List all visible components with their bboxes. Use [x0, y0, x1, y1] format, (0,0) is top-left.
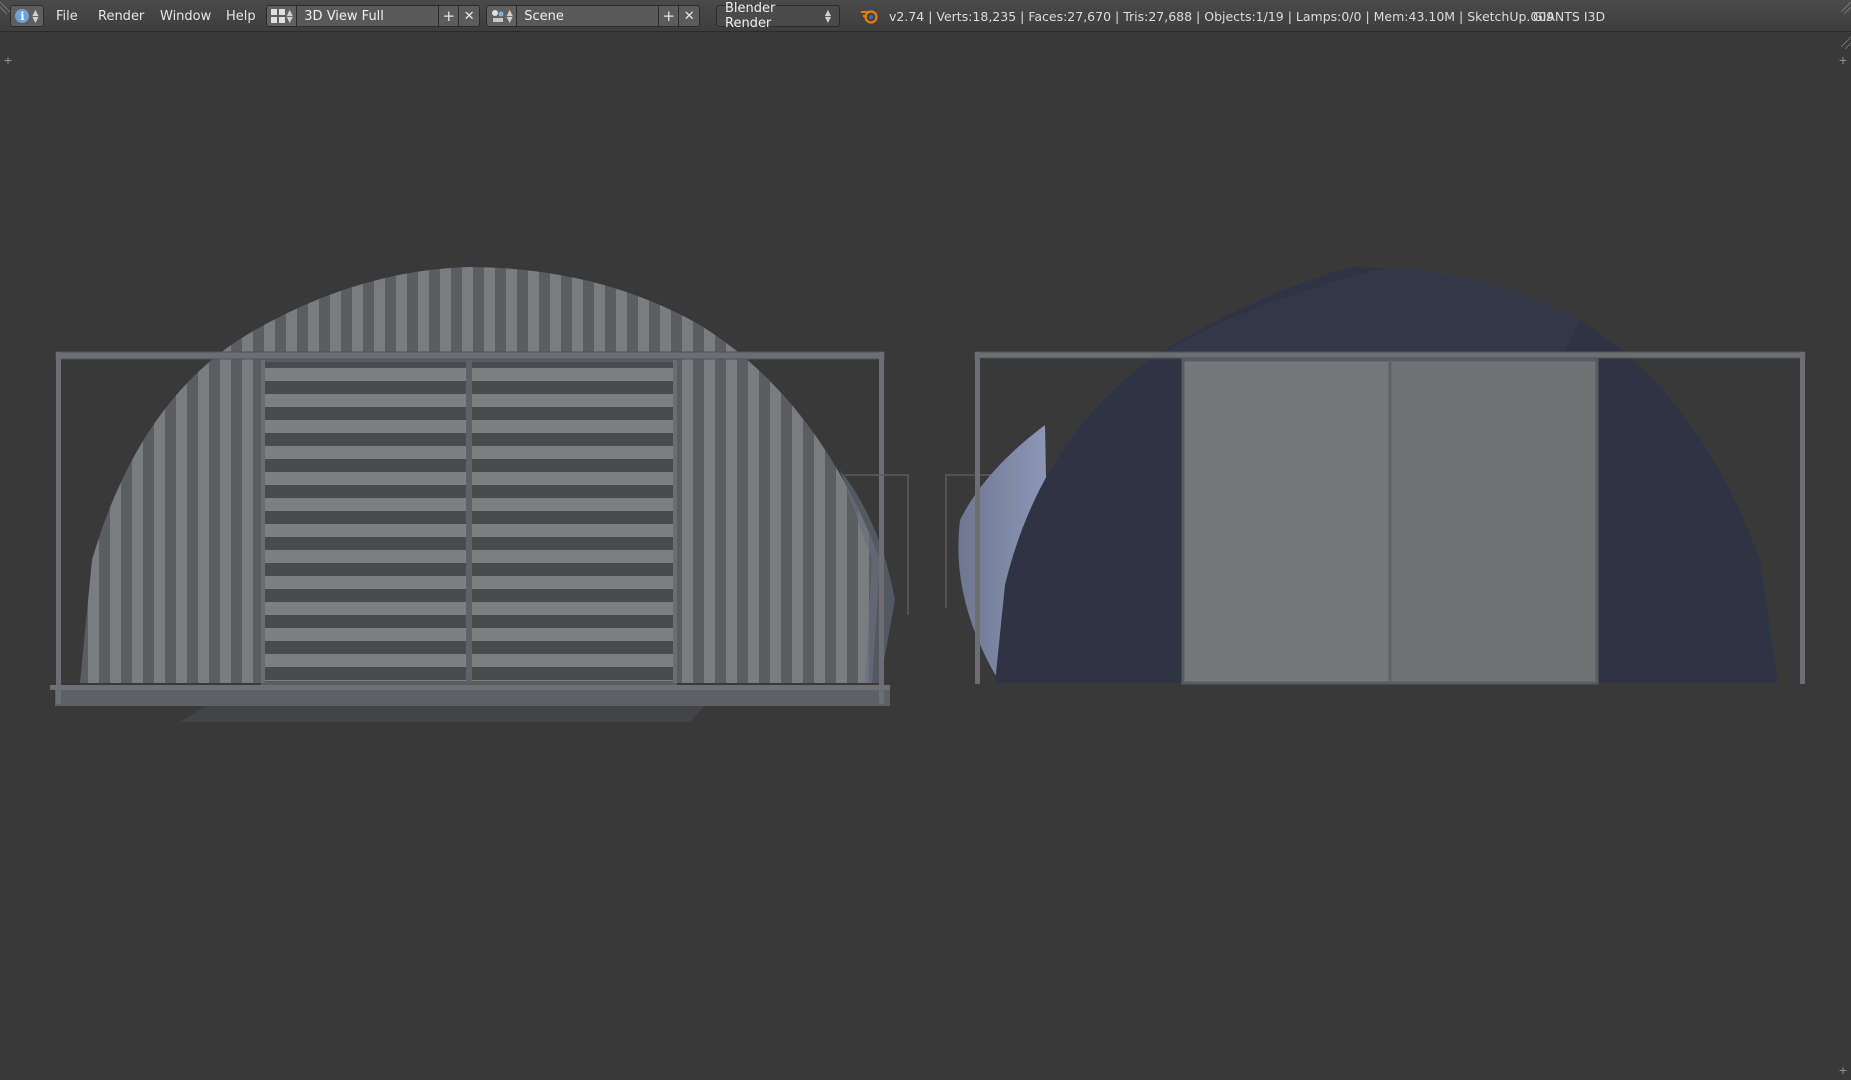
updown-arrows-icon: ▲ ▼	[824, 8, 831, 24]
updown-arrows-icon: ▲ ▼	[32, 8, 39, 24]
menu-help[interactable]: Help	[226, 5, 256, 27]
area-split-handle[interactable]	[0, 0, 12, 32]
blender-logo-icon	[860, 5, 878, 27]
scene-name[interactable]: Scene	[517, 6, 658, 26]
hangar-right-dark[interactable]	[945, 267, 1806, 685]
add-icon[interactable]: +	[657, 6, 679, 26]
scene-statistics: v2.74 | Verts:18,235 | Faces:27,670 | Tr…	[889, 8, 1555, 24]
menu-render[interactable]: Render	[98, 5, 144, 27]
addon-label: GIANTS I3D	[1533, 8, 1606, 24]
scene-icon[interactable]: ▲ ▼	[487, 6, 518, 26]
render-engine-selector[interactable]: Blender Render ▲ ▼	[716, 1, 840, 31]
scene-selector[interactable]: ▲ ▼ Scene + ✕	[486, 5, 700, 27]
screen-layout-name[interactable]: 3D View Full	[297, 6, 438, 26]
editor-type-selector[interactable]: i ▲ ▼	[10, 5, 44, 27]
3d-viewport[interactable]: + + +	[0, 33, 1851, 1080]
hangar-left-corrugated[interactable]	[50, 267, 909, 722]
render-engine-label: Blender Render	[725, 1, 776, 31]
area-split-handle[interactable]	[1837, 0, 1851, 32]
screen-layout-selector[interactable]: ▲ ▼ 3D View Full + ✕	[266, 5, 480, 27]
screen-layout-icon[interactable]: ▲ ▼	[267, 6, 298, 26]
menu-window[interactable]: Window	[160, 5, 211, 27]
close-icon[interactable]: ✕	[458, 6, 479, 26]
menu-file[interactable]: File	[56, 5, 78, 27]
info-header: i ▲ ▼ File Render Window Help ▲ ▼ 3D View …	[0, 0, 1851, 32]
add-icon[interactable]: +	[437, 6, 459, 26]
info-icon: i	[15, 9, 30, 23]
close-icon[interactable]: ✕	[678, 6, 699, 26]
